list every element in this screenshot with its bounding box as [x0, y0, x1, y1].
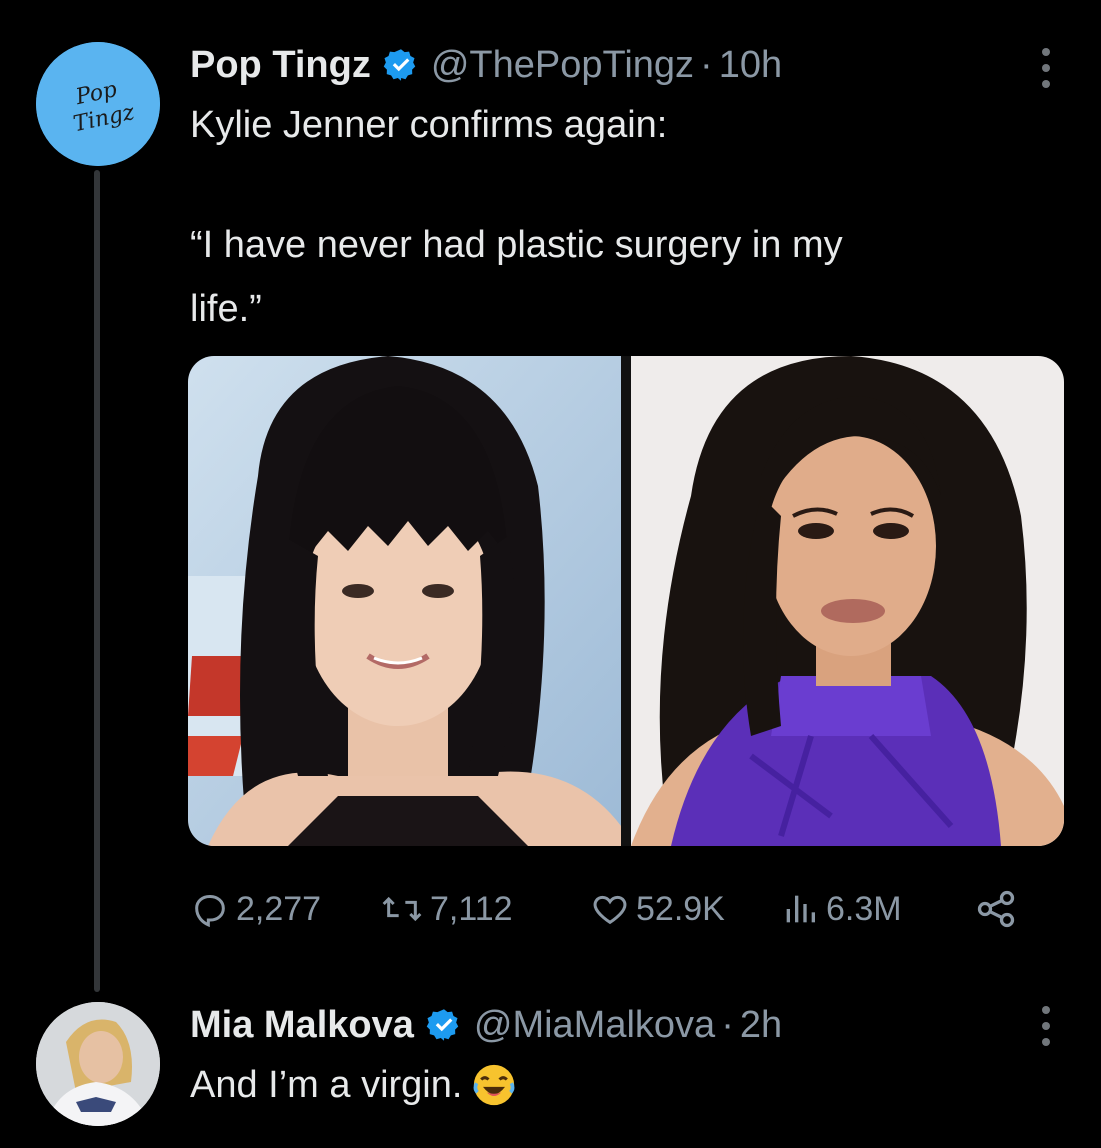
share-icon [977, 890, 1015, 928]
tweet-action-bar: 2,277 7,112 52.9K 6.3M [190, 884, 1030, 934]
more-options-icon[interactable] [1039, 48, 1053, 88]
share-button[interactable] [974, 884, 1024, 934]
media-photo-left[interactable] [188, 356, 621, 846]
media-photo-right[interactable] [631, 356, 1064, 846]
author-name[interactable]: Pop Tingz [190, 44, 371, 87]
reply-timestamp[interactable]: 2h [740, 1004, 782, 1047]
retweet-icon [382, 896, 422, 922]
main-tweet-header: Pop Tingz @ThePopTingz · 10h [190, 40, 782, 90]
reply-button[interactable]: 2,277 [190, 884, 321, 934]
reply-tweet-header: Mia Malkova @MiaMalkova · 2h [190, 1000, 782, 1050]
profile-photo [36, 1002, 160, 1126]
retweet-button[interactable]: 7,112 [380, 884, 513, 934]
tweet-media-grid[interactable] [188, 356, 1064, 846]
tweet-quote-line: life.” [190, 288, 262, 330]
laughing-emoji-icon [474, 1064, 515, 1106]
pop-tingz-logo-icon: Pop Tingz [36, 42, 160, 166]
tweet-text-line: Kylie Jenner confirms again: [190, 104, 668, 146]
photo-woman-purple-dress [631, 356, 1064, 846]
views-icon [786, 895, 815, 923]
verified-badge-icon [383, 49, 416, 81]
separator-dot: · [721, 1003, 734, 1046]
mia-malkova-avatar[interactable] [36, 1002, 160, 1126]
reply-icon [195, 895, 225, 928]
author-handle[interactable]: @ThePopTingz [431, 44, 694, 87]
tweet-timestamp[interactable]: 10h [719, 44, 782, 87]
pop-tingz-avatar[interactable]: Pop Tingz [36, 42, 160, 166]
views-button[interactable]: 6.3M [780, 884, 902, 934]
reply-text: And I’m a virgin. [190, 1064, 463, 1106]
retweet-count: 7,112 [430, 889, 513, 928]
reply-author-name[interactable]: Mia Malkova [190, 1004, 414, 1047]
verified-badge-icon [426, 1009, 459, 1041]
reply-author-handle[interactable]: @MiaMalkova [474, 1004, 715, 1047]
heart-icon [593, 895, 627, 925]
like-count: 52.9K [636, 889, 725, 928]
separator-dot: · [700, 43, 713, 86]
reply-text-row: And I’m a virgin. [190, 1062, 516, 1108]
more-options-icon[interactable] [1039, 1006, 1053, 1046]
tweet-quote-line: “I have never had plastic surgery in my [190, 224, 843, 266]
thread-connector-line [94, 170, 100, 992]
view-count: 6.3M [826, 889, 902, 928]
like-button[interactable]: 52.9K [590, 884, 725, 934]
photo-young-woman-bangs [188, 356, 621, 846]
reply-count: 2,277 [236, 889, 322, 928]
